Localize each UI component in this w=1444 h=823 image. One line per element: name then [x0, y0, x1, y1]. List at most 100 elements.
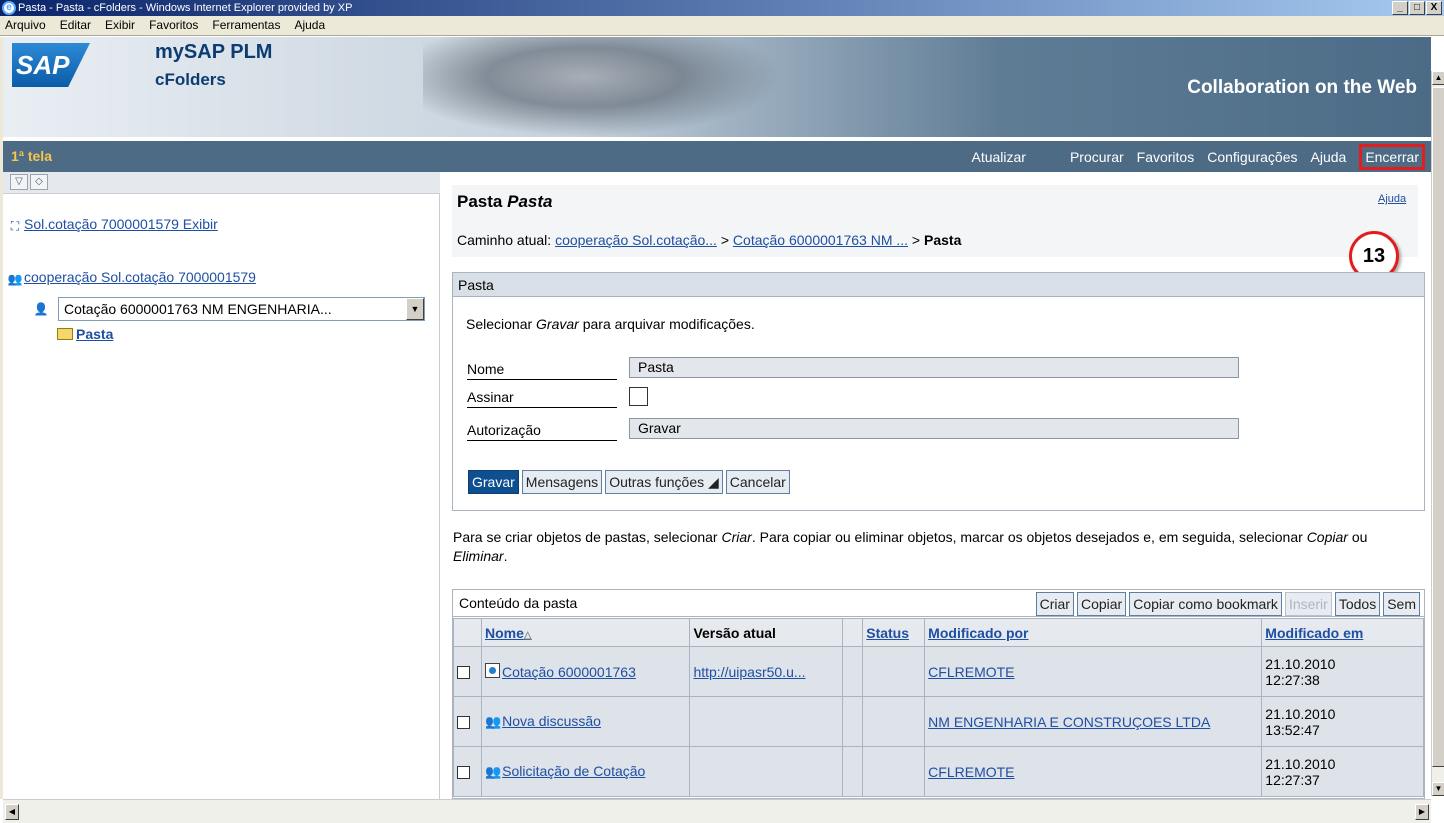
nav-atualizar[interactable]: Atualizar — [971, 149, 1025, 165]
modified-date: 21.10.2010 — [1265, 705, 1336, 722]
version-cell — [689, 746, 844, 797]
menu-favoritos[interactable]: Favoritos — [149, 16, 198, 35]
info-delete: Eliminar — [453, 548, 504, 564]
modified-by-link[interactable]: NM ENGENHARIA E CONSTRUÇOES LTDA — [928, 714, 1210, 730]
window-title-bar: e Pasta - Pasta - cFolders - Windows Int… — [0, 0, 1444, 16]
modified-date: 21.10.2010 — [1265, 755, 1336, 772]
quotation-select[interactable]: Cotação 6000001763 NM ENGENHARIA... ▼ — [58, 297, 425, 321]
nav-procurar[interactable]: Procurar — [1070, 149, 1124, 165]
page-title-object: Pasta — [507, 192, 553, 211]
breadcrumb-cooperation[interactable]: cooperação Sol.cotação... — [555, 232, 717, 248]
banner-photo — [423, 37, 783, 137]
select-all-button[interactable]: Todos — [1334, 592, 1381, 616]
name-field[interactable]: Pasta — [629, 357, 1239, 378]
other-functions-button[interactable]: Outras funções ◢ — [605, 470, 723, 494]
close-button[interactable]: X — [1426, 1, 1442, 15]
sign-checkbox[interactable] — [629, 387, 648, 406]
minimize-button[interactable]: _ — [1392, 1, 1408, 15]
create-button[interactable]: Criar — [1035, 592, 1074, 616]
sign-label: Assinar — [467, 389, 617, 408]
scroll-up-icon[interactable]: ▲ — [1432, 71, 1444, 85]
form-hint-emphasis: Gravar — [536, 316, 579, 332]
menu-exibir[interactable]: Exibir — [105, 16, 135, 35]
partner-icon: 👤 — [33, 302, 49, 316]
version-link[interactable]: http://uipasr50.u... — [693, 664, 805, 680]
column-header-modified-on[interactable]: Modificado em — [1261, 618, 1424, 647]
discussion-icon: 👥 — [484, 714, 502, 729]
tree-folder-item[interactable]: Pasta — [57, 326, 113, 342]
expand-all-icon[interactable]: ◇ — [30, 174, 48, 190]
tree-cooperation-label: cooperação Sol.cotação 7000001579 — [24, 269, 256, 285]
logout-button[interactable]: Encerrar — [1359, 143, 1425, 170]
product-name: mySAP PLM — [155, 41, 273, 63]
version-cell — [689, 696, 844, 747]
copy-button[interactable]: Copiar — [1076, 592, 1127, 616]
column-header-modified-by[interactable]: Modificado por — [924, 618, 1263, 647]
breadcrumb: Caminho atual: cooperação Sol.cotação...… — [457, 232, 962, 248]
scroll-down-icon[interactable]: ▼ — [1432, 782, 1444, 796]
page-title-prefix: Pasta — [457, 192, 503, 211]
modified-by-cell: CFLREMOTE — [924, 746, 1263, 797]
copy-as-bookmark-button[interactable]: Copiar como bookmark — [1129, 592, 1282, 616]
tree-toolbar: ▽ ◇ — [3, 172, 440, 194]
menu-editar[interactable]: Editar — [60, 16, 91, 35]
name-label: Nome — [467, 361, 617, 380]
product-subname: cFolders — [155, 70, 226, 89]
row-select-cell — [453, 646, 482, 697]
modified-date: 21.10.2010 — [1265, 655, 1336, 672]
nav-configuracoes[interactable]: Configurações — [1207, 149, 1297, 165]
modified-time: 12:27:37 — [1265, 771, 1320, 788]
top-navigation: 1ª tela Atualizar Procurar Favoritos Con… — [3, 141, 1431, 172]
messages-button[interactable]: Mensagens — [521, 470, 603, 494]
vertical-scrollbar[interactable]: ▲ ▼ — [1431, 71, 1444, 796]
table-row: 👥Solicitação de Cotação CFLREMOTE 21.10.… — [453, 746, 1424, 797]
sort-ascending-icon: △ — [523, 629, 532, 641]
scroll-right-icon[interactable]: ▶ — [1415, 804, 1429, 820]
chevron-down-icon[interactable]: ▼ — [406, 298, 424, 320]
document-icon — [484, 663, 500, 678]
save-button[interactable]: Gravar — [468, 470, 519, 494]
scroll-thumb[interactable] — [1432, 87, 1444, 767]
modified-by-link[interactable]: CFLREMOTE — [928, 764, 1014, 780]
menu-ajuda[interactable]: Ajuda — [294, 16, 325, 35]
row-checkbox[interactable] — [457, 666, 470, 680]
quotation-select-value: Cotação 6000001763 NM ENGENHARIA... — [64, 301, 332, 317]
modified-by-cell: NM ENGENHARIA E CONSTRUÇOES LTDA — [924, 696, 1263, 747]
discussion-icon: 👥 — [484, 764, 502, 779]
menu-arquivo[interactable]: Arquivo — [5, 16, 46, 35]
insert-button[interactable]: Inserir — [1284, 592, 1332, 616]
help-link[interactable]: Ajuda — [1378, 193, 1406, 205]
collapse-all-icon[interactable]: ▽ — [10, 174, 28, 190]
info-copy: Copiar — [1306, 529, 1348, 545]
column-header-name[interactable]: Nome△ — [480, 618, 691, 647]
name-cell: 👥Nova discussão — [480, 696, 691, 747]
version-cell: http://uipasr50.u... — [689, 646, 844, 697]
row-checkbox[interactable] — [457, 716, 470, 730]
nav-ajuda[interactable]: Ajuda — [1311, 149, 1347, 165]
item-link[interactable]: Solicitação de Cotação — [502, 763, 645, 779]
column-name-label: Nome — [484, 624, 524, 641]
maximize-button[interactable]: □ — [1409, 1, 1425, 15]
menu-bar: Arquivo Editar Exibir Favoritos Ferramen… — [0, 16, 1444, 36]
authorization-field[interactable]: Gravar — [629, 418, 1239, 439]
name-cell: 👥Solicitação de Cotação — [480, 746, 691, 797]
item-link[interactable]: Nova discussão — [502, 713, 601, 729]
deselect-all-button[interactable]: Sem — [1383, 592, 1420, 616]
modified-by-link[interactable]: CFLREMOTE — [928, 664, 1014, 680]
form-title: Pasta — [453, 273, 1424, 297]
row-checkbox[interactable] — [457, 766, 470, 780]
breadcrumb-quotation[interactable]: Cotação 6000001763 NM ... — [733, 232, 908, 248]
tree-cooperation-item[interactable]: 👥 cooperação Sol.cotação 7000001579 — [7, 269, 256, 286]
modified-on-cell: 21.10.2010 12:27:38 — [1261, 646, 1424, 697]
horizontal-scrollbar[interactable]: ◀ ▶ — [3, 799, 1431, 823]
cancel-button[interactable]: Cancelar — [725, 470, 790, 494]
contents-title: Conteúdo da pasta — [459, 595, 578, 611]
column-header-status[interactable]: Status — [862, 618, 926, 647]
scroll-left-icon[interactable]: ◀ — [5, 804, 19, 820]
contents-header: Conteúdo da pasta Criar Copiar Copiar co… — [453, 590, 1424, 617]
tree-root-item[interactable]: ⛶ Sol.cotação 7000001579 Exibir — [7, 216, 218, 233]
menu-ferramentas[interactable]: Ferramentas — [212, 16, 280, 35]
info-part-1: Para se criar objetos de pastas, selecio… — [453, 529, 722, 545]
item-link[interactable]: Cotação 6000001763 — [502, 664, 636, 680]
nav-favoritos[interactable]: Favoritos — [1137, 149, 1195, 165]
